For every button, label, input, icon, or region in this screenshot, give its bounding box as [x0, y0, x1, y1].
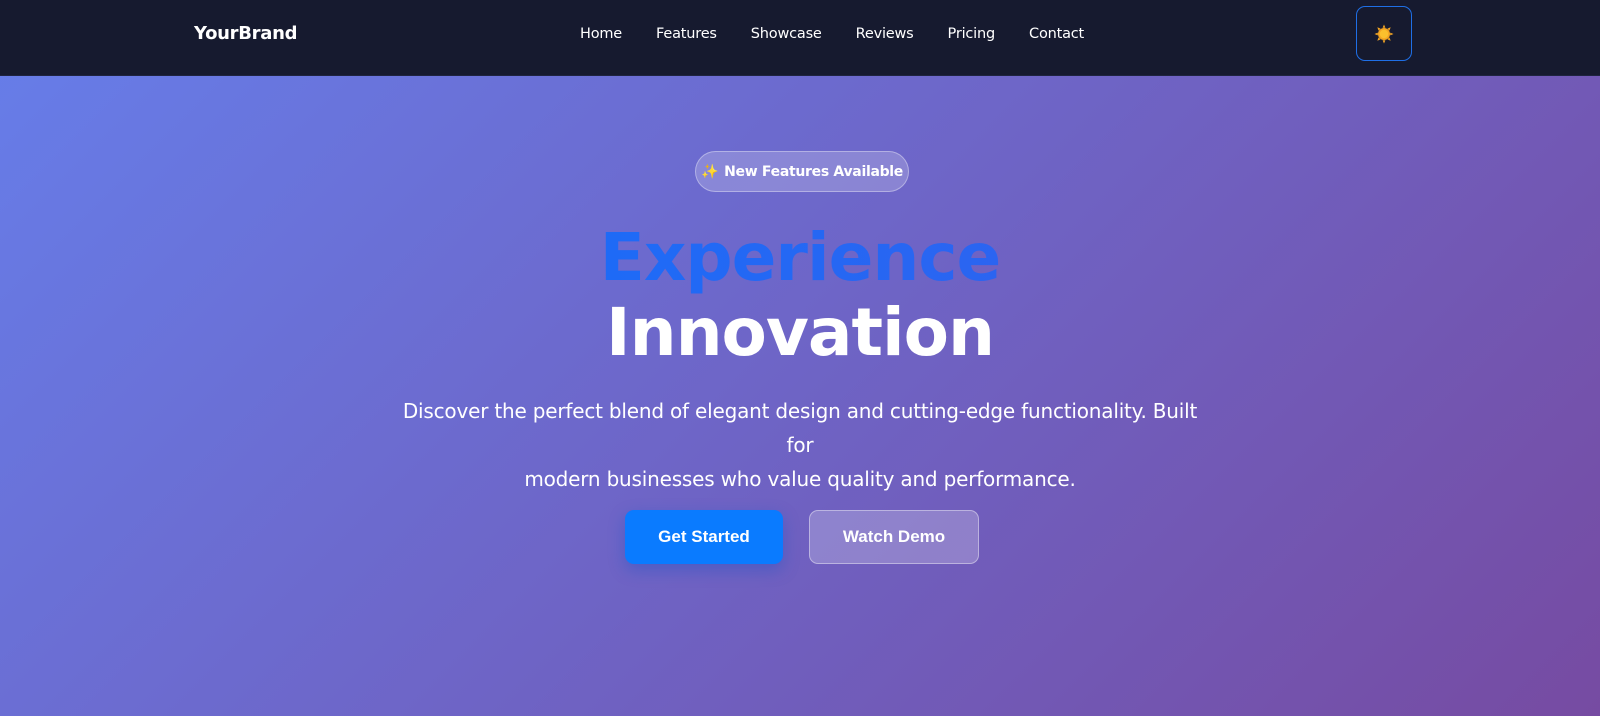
hero-subtitle: Discover the perfect blend of elegant de…	[400, 394, 1200, 496]
headline-innovation: Innovation	[606, 294, 995, 371]
nav-link-features[interactable]: Features	[656, 26, 717, 42]
subtitle-line-1: Discover the perfect blend of elegant de…	[402, 399, 1198, 457]
nav-link-reviews[interactable]: Reviews	[856, 26, 914, 42]
sun-icon	[1374, 24, 1394, 43]
new-features-badge: ✨ New Features Available	[695, 151, 909, 192]
landing-page: YourBrand Home Features Showcase Reviews…	[0, 0, 1600, 716]
nav-links: Home Features Showcase Reviews Pricing C…	[580, 26, 1084, 42]
sparkle-icon: ✨	[700, 163, 719, 180]
get-started-button[interactable]: Get Started	[625, 510, 783, 564]
watch-demo-button[interactable]: Watch Demo	[809, 510, 979, 564]
nav-link-showcase[interactable]: Showcase	[751, 26, 822, 42]
nav-link-home[interactable]: Home	[580, 26, 622, 42]
nav-link-contact[interactable]: Contact	[1029, 26, 1084, 42]
headline-experience: Experience	[0, 219, 1600, 297]
navbar: YourBrand Home Features Showcase Reviews…	[0, 0, 1600, 76]
nav-link-pricing[interactable]: Pricing	[948, 26, 996, 42]
badge-label: New Features Available	[724, 163, 904, 180]
brand-logo[interactable]: YourBrand	[194, 23, 297, 44]
subtitle-line-2: modern businesses who value quality and …	[524, 467, 1076, 491]
hero-section: ✨ New Features Available Experience Inno…	[0, 76, 1600, 716]
theme-toggle-button[interactable]	[1356, 6, 1412, 61]
